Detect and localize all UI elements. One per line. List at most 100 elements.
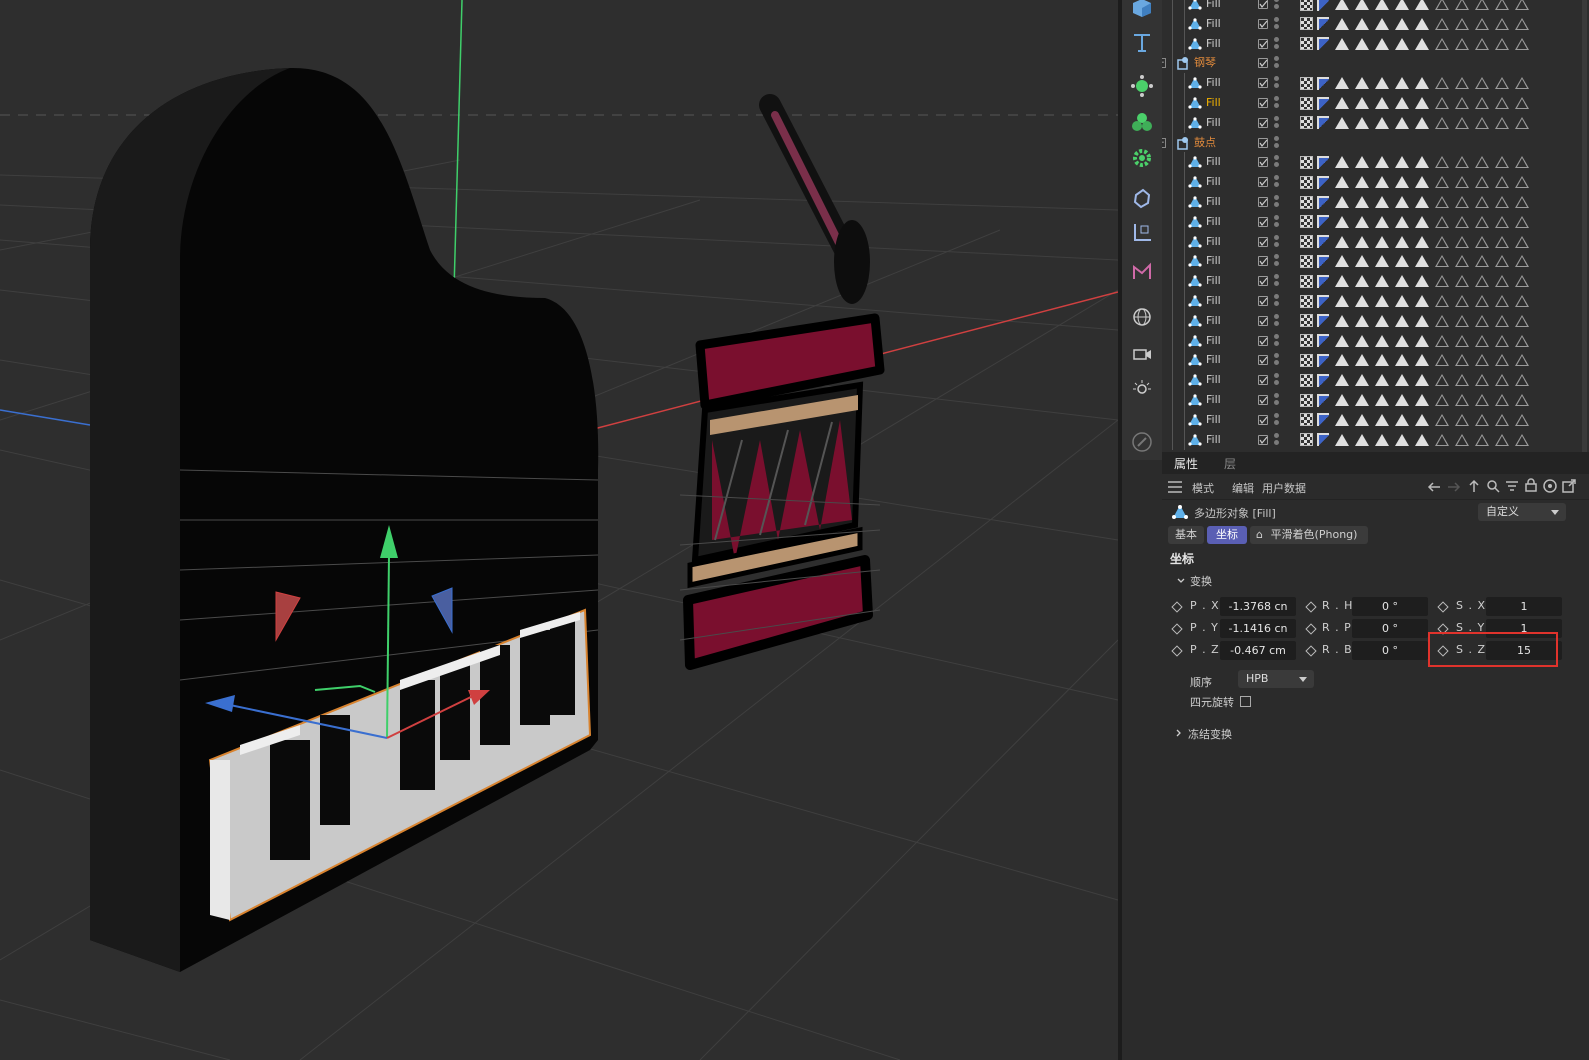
px-field[interactable]: -1.3768 cn	[1220, 597, 1296, 616]
object-name[interactable]: Fill	[1206, 215, 1221, 229]
table-row[interactable]: Fill	[1162, 33, 1589, 54]
enable-checkmark-icon[interactable]	[1258, 117, 1268, 128]
selection-tag-outline-icon[interactable]	[1475, 215, 1489, 228]
visibility-dots-icon[interactable]	[1274, 393, 1279, 407]
table-row[interactable]: Fill	[1162, 409, 1589, 430]
uvw-tag-icon[interactable]	[1317, 195, 1329, 209]
selection-tag-icon[interactable]	[1395, 0, 1409, 10]
enable-checkmark-icon[interactable]	[1258, 414, 1268, 425]
enable-checkmark-icon[interactable]	[1258, 315, 1268, 326]
uvw-tag-icon[interactable]	[1317, 314, 1329, 328]
target-icon[interactable]	[1543, 479, 1557, 493]
selection-tag-outline-icon[interactable]	[1455, 0, 1469, 10]
selection-tag-icon[interactable]	[1375, 354, 1389, 367]
material-tag-icon[interactable]	[1300, 215, 1313, 229]
selection-tag-outline-icon[interactable]	[1495, 334, 1509, 347]
material-tag-icon[interactable]	[1300, 393, 1313, 407]
enable-checkmark-icon[interactable]	[1258, 177, 1268, 188]
table-row[interactable]: Fill	[1162, 13, 1589, 34]
selection-tag-icon[interactable]	[1335, 176, 1349, 189]
selection-tag-outline-icon[interactable]	[1495, 314, 1509, 327]
selection-tag-icon[interactable]	[1335, 215, 1349, 228]
lock-icon[interactable]	[1524, 478, 1538, 492]
selection-tag-outline-icon[interactable]	[1475, 255, 1489, 268]
selection-tag-icon[interactable]	[1355, 77, 1369, 90]
chevron-right-icon[interactable]	[1174, 728, 1184, 738]
selection-tag-outline-icon[interactable]	[1435, 156, 1449, 169]
selection-tag-outline-icon[interactable]	[1435, 394, 1449, 406]
quaternion-checkbox[interactable]	[1240, 696, 1251, 707]
uvw-tag-icon[interactable]	[1317, 116, 1329, 130]
selection-tag-outline-icon[interactable]	[1435, 196, 1449, 208]
selection-tag-outline-icon[interactable]	[1515, 235, 1529, 248]
selection-tag-icon[interactable]	[1375, 413, 1389, 426]
material-tag-icon[interactable]	[1300, 76, 1313, 90]
selection-tag-outline-icon[interactable]	[1475, 116, 1489, 129]
selection-tag-outline-icon[interactable]	[1435, 0, 1449, 10]
table-row[interactable]: Fill	[1162, 390, 1589, 410]
selection-tag-outline-icon[interactable]	[1515, 0, 1529, 10]
selection-tag-icon[interactable]	[1375, 156, 1389, 169]
table-row[interactable]: Fill	[1162, 172, 1589, 193]
object-name[interactable]: Fill	[1206, 433, 1221, 447]
selection-tag-icon[interactable]	[1355, 0, 1369, 10]
material-tag-icon[interactable]	[1300, 195, 1313, 209]
visibility-dots-icon[interactable]	[1274, 353, 1279, 367]
selection-tag-outline-icon[interactable]	[1435, 235, 1449, 248]
selection-tag-outline-icon[interactable]	[1515, 116, 1529, 129]
selection-tag-outline-icon[interactable]	[1455, 275, 1469, 288]
spline-pen-icon[interactable]	[1128, 258, 1156, 286]
material-tag-icon[interactable]	[1300, 96, 1313, 110]
enable-checkmark-icon[interactable]	[1258, 335, 1268, 346]
selection-tag-outline-icon[interactable]	[1475, 354, 1489, 367]
selection-tag-outline-icon[interactable]	[1495, 374, 1509, 387]
table-row[interactable]: Fill	[1162, 211, 1589, 232]
selection-tag-outline-icon[interactable]	[1515, 275, 1529, 288]
selection-tag-outline-icon[interactable]	[1515, 77, 1529, 90]
selection-tag-icon[interactable]	[1335, 0, 1349, 10]
selection-tag-icon[interactable]	[1395, 374, 1409, 387]
selection-tag-icon[interactable]	[1375, 295, 1389, 307]
3d-viewport[interactable]	[0, 0, 1118, 1060]
visibility-dots-icon[interactable]	[1274, 214, 1279, 229]
selection-tag-icon[interactable]	[1395, 37, 1409, 50]
selection-tag-icon[interactable]	[1355, 413, 1369, 426]
selection-tag-icon[interactable]	[1355, 37, 1369, 50]
object-name[interactable]: Fill	[1206, 0, 1221, 11]
deformer-icon[interactable]	[1128, 184, 1156, 212]
selection-tag-outline-icon[interactable]	[1475, 275, 1489, 288]
keyframe-py-icon[interactable]	[1171, 623, 1183, 635]
selection-tag-outline-icon[interactable]	[1435, 295, 1449, 307]
selection-tag-outline-icon[interactable]	[1495, 0, 1509, 10]
selection-tag-outline-icon[interactable]	[1455, 354, 1469, 367]
visibility-dots-icon[interactable]	[1274, 412, 1279, 427]
selection-tag-icon[interactable]	[1335, 354, 1349, 367]
selection-tag-outline-icon[interactable]	[1435, 77, 1449, 90]
selection-tag-outline-icon[interactable]	[1435, 176, 1449, 189]
table-row[interactable]: Fill	[1162, 0, 1589, 14]
table-row[interactable]: Fill	[1162, 152, 1589, 173]
object-name[interactable]: Fill	[1206, 17, 1221, 31]
selection-tag-icon[interactable]	[1375, 433, 1389, 446]
selection-tag-icon[interactable]	[1415, 255, 1429, 268]
enable-checkmark-icon[interactable]	[1258, 355, 1268, 366]
keyframe-rh-icon[interactable]	[1305, 601, 1317, 613]
selection-tag-icon[interactable]	[1335, 314, 1349, 327]
selection-tag-outline-icon[interactable]	[1435, 314, 1449, 327]
selection-tag-outline-icon[interactable]	[1475, 433, 1489, 446]
table-row[interactable]: Fill	[1162, 192, 1589, 212]
selection-tag-icon[interactable]	[1335, 413, 1349, 426]
object-manager[interactable]: Fill Fill Fill − 钢琴 Fill Fill Fill − 鼓点 Fill Fill Fi…	[1162, 0, 1589, 452]
selection-tag-outline-icon[interactable]	[1495, 116, 1509, 129]
selection-tag-icon[interactable]	[1355, 215, 1369, 228]
visibility-dots-icon[interactable]	[1274, 76, 1279, 90]
selection-tag-outline-icon[interactable]	[1515, 37, 1529, 50]
enable-checkmark-icon[interactable]	[1258, 276, 1268, 287]
selection-tag-icon[interactable]	[1355, 295, 1369, 307]
selection-tag-outline-icon[interactable]	[1455, 255, 1469, 268]
gear-effector-icon[interactable]	[1128, 144, 1156, 172]
selection-tag-outline-icon[interactable]	[1475, 413, 1489, 426]
selection-tag-icon[interactable]	[1355, 235, 1369, 248]
selection-tag-outline-icon[interactable]	[1455, 433, 1469, 446]
visibility-dots-icon[interactable]	[1274, 16, 1279, 31]
